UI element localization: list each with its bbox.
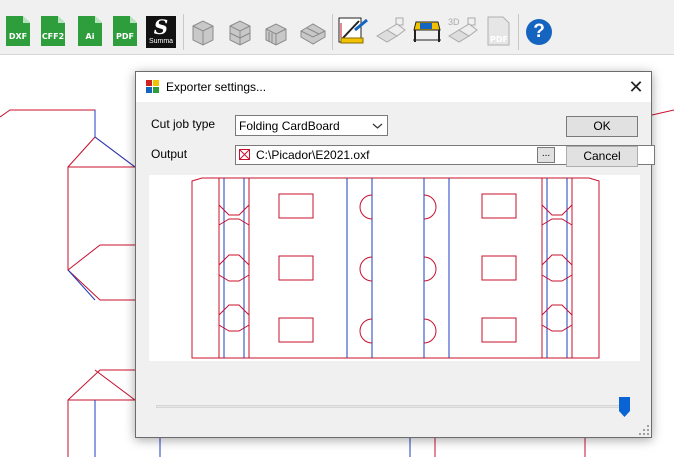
dialog-titlebar[interactable]: Exporter settings... ✕ — [136, 72, 651, 102]
fold-preview-button[interactable] — [374, 16, 408, 48]
cube-view-4-icon — [300, 23, 326, 45]
browse-button[interactable]: ... — [537, 147, 555, 163]
close-icon: ✕ — [628, 77, 644, 97]
cube-view-1-icon — [192, 20, 214, 46]
svg-text:3D: 3D — [448, 17, 460, 27]
table-layout-button[interactable] — [410, 16, 444, 48]
summa-export-icon: S Summa — [146, 16, 176, 48]
toolbar: DXF CFF2 Ai PDF S Summa 3D PDF ? — [0, 0, 674, 55]
cube-view-3-icon — [265, 23, 287, 46]
cff2-export-icon: CFF2 — [41, 16, 65, 46]
toolbar-separator — [518, 14, 519, 50]
ai-export-icon: Ai — [78, 16, 102, 46]
resize-grip-icon[interactable] — [639, 425, 649, 435]
preview-zoom-slider-thumb[interactable] — [619, 397, 630, 417]
cube-view-1-button[interactable] — [189, 16, 217, 48]
exporter-settings-dialog: Exporter settings... ✕ Cut job type Fold… — [135, 71, 655, 438]
dxf-export-icon: DXF — [6, 16, 30, 46]
preview-die-line-drawing — [191, 177, 600, 359]
pdf-export-button[interactable]: PDF — [111, 16, 139, 48]
pdf-3d-icon: PDF — [487, 16, 510, 46]
summa-export-button[interactable]: S Summa — [145, 16, 179, 48]
pdf-3d-button[interactable]: PDF — [485, 16, 513, 48]
cut-job-preview — [149, 175, 640, 361]
toolbar-separator — [183, 14, 184, 50]
3d-view-button[interactable]: 3D — [446, 16, 480, 48]
measure-tool-button[interactable] — [337, 16, 371, 48]
preview-zoom-slider-track[interactable] — [156, 405, 626, 408]
ok-button[interactable]: OK — [566, 116, 638, 137]
cut-job-type-select[interactable]: Folding CardBoard — [235, 115, 388, 136]
chevron-down-icon — [372, 123, 383, 129]
cube-view-2-icon — [229, 20, 251, 46]
close-button[interactable]: ✕ — [621, 72, 651, 102]
help-icon: ? — [526, 19, 552, 45]
ai-export-button[interactable]: Ai — [76, 16, 104, 48]
cube-view-2-button[interactable] — [226, 16, 254, 48]
cube-view-3-button[interactable] — [262, 16, 290, 48]
cff2-export-button[interactable]: CFF2 — [39, 16, 67, 48]
toolbar-separator — [332, 14, 333, 50]
svg-text:PDF: PDF — [490, 35, 508, 44]
output-path-value: C:\Picador\E2021.oxf — [256, 148, 370, 162]
dialog-title: Exporter settings... — [166, 80, 267, 94]
output-label: Output — [151, 147, 188, 161]
cut-job-type-label: Cut job type — [151, 117, 216, 131]
cancel-button[interactable]: Cancel — [566, 146, 638, 167]
dxf-export-button[interactable]: DXF — [4, 16, 32, 48]
table-layout-icon — [413, 21, 441, 42]
pdf-export-icon: PDF — [113, 16, 137, 46]
app-icon — [146, 80, 159, 93]
3d-view-icon: 3D — [448, 17, 478, 43]
cube-view-4-button[interactable] — [298, 16, 326, 48]
invalid-path-icon — [239, 149, 250, 160]
cut-job-type-value: Folding CardBoard — [239, 119, 340, 133]
fold-preview-icon — [376, 17, 406, 43]
help-button[interactable]: ? — [525, 16, 553, 48]
measure-tool-icon — [338, 17, 368, 44]
